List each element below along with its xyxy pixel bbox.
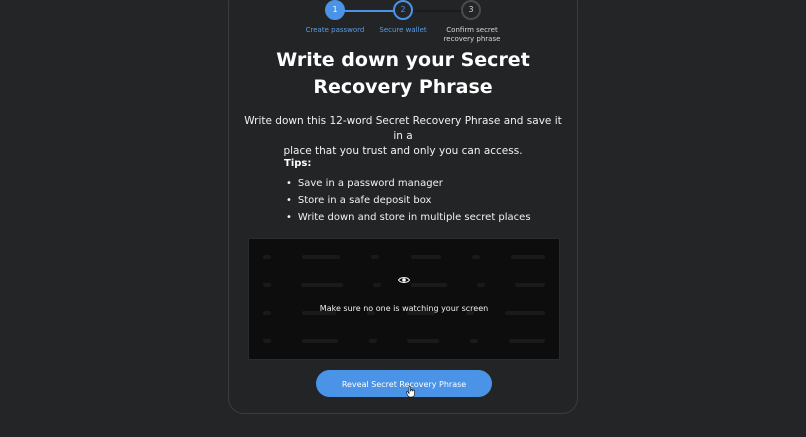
description-line-1: Write down this 12-word Secret Recovery … — [244, 115, 562, 142]
step-1-indicator: 1 — [325, 0, 345, 20]
tip-item: Write down and store in multiple secret … — [286, 209, 531, 226]
description-line-2: place that you trust and only you can ac… — [283, 145, 523, 157]
step-3-label: Confirm secret recovery phrase — [427, 26, 517, 44]
page-title-line-2: Recovery Phrase — [313, 76, 493, 98]
tips-heading: Tips: — [284, 158, 312, 169]
reveal-recovery-phrase-button[interactable]: Reveal Secret Recovery Phrase — [316, 370, 492, 397]
page-description: Write down this 12-word Secret Recovery … — [240, 114, 566, 159]
step-connector-2 — [412, 10, 462, 12]
page-title-line-1: Write down your Secret — [276, 49, 530, 71]
recovery-phrase-blurred-box[interactable] — [248, 238, 560, 360]
step-3-indicator: 3 — [461, 0, 481, 20]
progress-stepper: 1 2 3 Create password Secure wallet Conf… — [0, 0, 806, 50]
page-title: Write down your Secret Recovery Phrase — [228, 47, 578, 101]
step-connector-1 — [344, 10, 394, 12]
step-3-label-line-2: recovery phrase — [443, 35, 501, 43]
blurred-row — [263, 339, 545, 345]
blurred-row — [263, 255, 545, 261]
eye-icon — [398, 277, 410, 283]
tip-item: Store in a safe deposit box — [286, 192, 531, 209]
tip-item: Save in a password manager — [286, 175, 531, 192]
hand-cursor-icon — [406, 386, 415, 398]
step-3-label-line-1: Confirm secret — [446, 26, 498, 34]
privacy-warning-text: Make sure no one is watching your screen — [319, 304, 489, 313]
tips-list: Save in a password manager Store in a sa… — [286, 175, 531, 226]
step-2-indicator: 2 — [393, 0, 413, 20]
